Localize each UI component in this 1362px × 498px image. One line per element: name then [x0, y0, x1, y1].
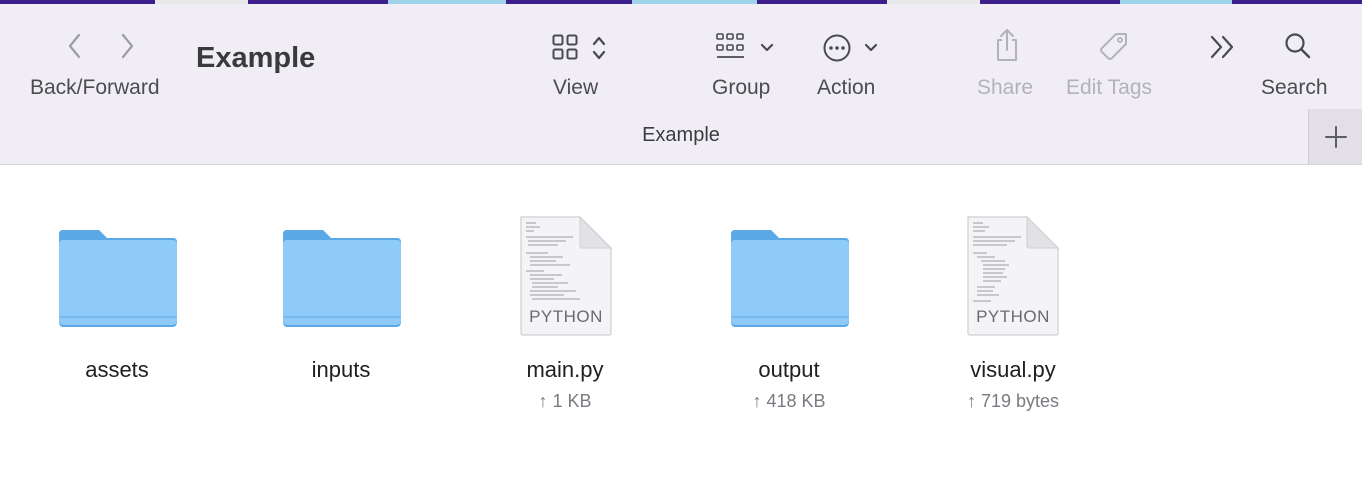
- action-ellipsis-icon[interactable]: [822, 33, 852, 63]
- file-name: visual.py: [970, 357, 1056, 382]
- search-label: Search: [1261, 76, 1328, 99]
- folder-icon: [59, 230, 177, 327]
- window-title: Example: [196, 42, 316, 74]
- file-name: assets: [85, 357, 149, 382]
- new-tab-button[interactable]: [1308, 109, 1362, 164]
- file-type-badge: PYTHON: [976, 307, 1050, 326]
- tag-icon[interactable]: [1098, 31, 1130, 63]
- search-icon[interactable]: [1284, 32, 1312, 62]
- folder-icon: [731, 230, 849, 327]
- view-updown-chevron-icon[interactable]: [591, 34, 607, 62]
- share-label: Share: [977, 76, 1034, 99]
- action-label: Action: [817, 76, 876, 99]
- toolbar-overflow-chevrons-icon[interactable]: [1209, 34, 1237, 60]
- file-name: inputs: [311, 357, 371, 382]
- folder-icon: [283, 230, 401, 327]
- finder-toolbar: Back/Forward Example View Group Action S…: [0, 4, 1362, 165]
- view-label: View: [553, 76, 599, 99]
- file-type-badge: PYTHON: [529, 307, 603, 326]
- group-label: Group: [712, 76, 771, 99]
- file-name: main.py: [526, 357, 604, 382]
- back-chevron-icon[interactable]: [66, 32, 84, 60]
- group-dropdown-chevron-icon[interactable]: [759, 42, 775, 54]
- edit-tags-label: Edit Tags: [1066, 76, 1152, 99]
- file-name: output: [758, 357, 820, 382]
- forward-chevron-icon[interactable]: [118, 32, 136, 60]
- action-dropdown-chevron-icon[interactable]: [863, 42, 879, 54]
- back-forward-label: Back/Forward: [30, 76, 160, 99]
- group-icon[interactable]: [716, 32, 746, 62]
- file-size: ↑ 418 KB: [752, 391, 826, 411]
- file-size: ↑ 719 bytes: [966, 391, 1060, 411]
- path-bar-label: Example: [642, 124, 720, 146]
- icon-view-grid-icon[interactable]: [552, 34, 578, 60]
- plus-icon: [1325, 125, 1347, 148]
- file-size: ↑ 1 KB: [538, 391, 592, 411]
- share-icon[interactable]: [993, 28, 1021, 62]
